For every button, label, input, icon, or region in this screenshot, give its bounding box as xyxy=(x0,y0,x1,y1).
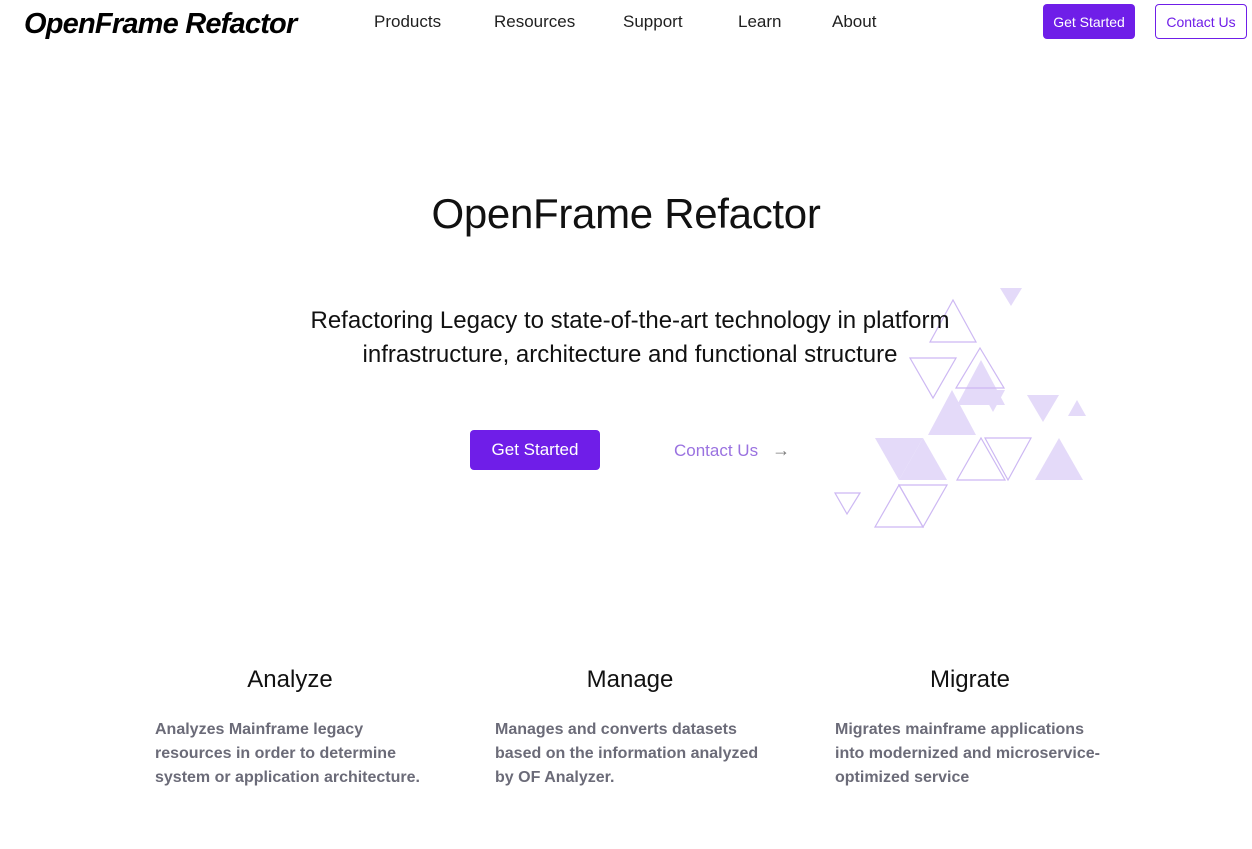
top-navigation: OpenFrame Refactor Products Resources Su… xyxy=(0,0,1252,44)
hero-get-started-button[interactable]: Get Started xyxy=(470,430,600,470)
feature-analyze-title: Analyze xyxy=(247,666,333,693)
triangle-outline xyxy=(873,483,925,528)
feature-analyze: Analyze Analyzes Mainframe legacy resour… xyxy=(140,666,440,790)
header-contact-us-button[interactable]: Contact Us xyxy=(1155,4,1247,39)
nav-products[interactable]: Products xyxy=(374,12,441,32)
hero-subtitle: Refactoring Legacy to state-of-the-art t… xyxy=(230,304,1030,372)
hero-title: OpenFrame Refactor xyxy=(431,190,821,237)
nav-support[interactable]: Support xyxy=(623,12,683,32)
nav-learn[interactable]: Learn xyxy=(738,12,781,32)
nav-resources[interactable]: Resources xyxy=(494,12,575,32)
triangle-outline xyxy=(897,484,949,529)
header-get-started-button[interactable]: Get Started xyxy=(1043,4,1135,39)
triangle-outline xyxy=(955,436,1007,481)
hero-subtitle-line-2: infrastructure, architecture and functio… xyxy=(362,341,898,368)
triangle-outline xyxy=(833,492,862,516)
feature-manage-title: Manage xyxy=(586,666,674,693)
triangle-filled xyxy=(1068,400,1086,416)
feature-migrate-description: Migrates mainframe applications into mod… xyxy=(835,721,1100,786)
hero-contact-us-label: Contact Us xyxy=(674,440,759,460)
brand-logo[interactable]: OpenFrame Refactor xyxy=(24,8,297,41)
feature-analyze-description: Analyzes Mainframe legacy resources in o… xyxy=(155,721,420,786)
triangle-filled xyxy=(1027,395,1059,422)
feature-manage-description: Manages and converts datasets based on t… xyxy=(495,721,759,786)
feature-migrate-title: Migrate xyxy=(929,666,1011,693)
triangle-filled xyxy=(1035,438,1083,480)
triangle-outline xyxy=(983,437,1033,482)
nav-about[interactable]: About xyxy=(832,12,876,32)
hero-subtitle-line-1: Refactoring Legacy to state-of-the-art t… xyxy=(310,307,950,334)
feature-manage: Manage Manages and converts datasets bas… xyxy=(480,666,780,790)
hero-contact-us-link[interactable]: Contact Us → xyxy=(674,440,790,461)
arrow-right-icon: → xyxy=(772,440,791,460)
feature-migrate: Migrate Migrates mainframe applications … xyxy=(820,666,1120,790)
